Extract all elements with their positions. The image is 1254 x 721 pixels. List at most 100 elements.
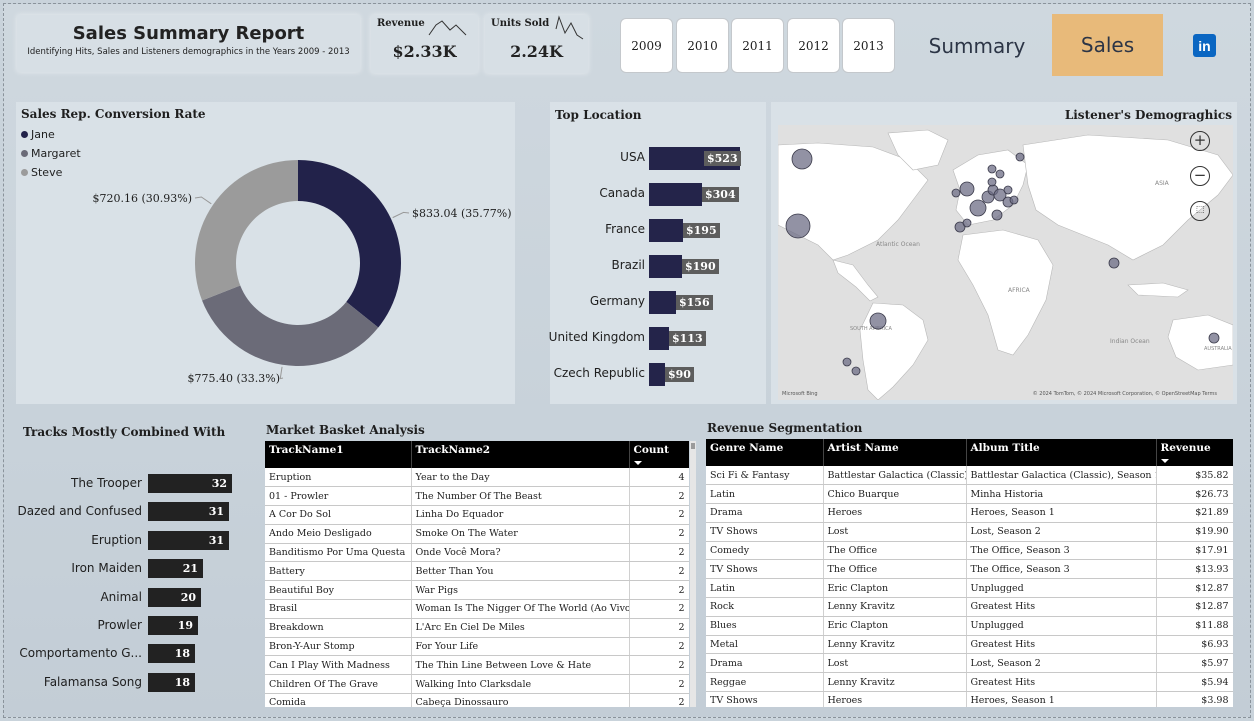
location-row[interactable]: Brazil $190 <box>553 254 763 278</box>
table-row[interactable]: Drama Heroes Heroes, Season 1 $21.89 <box>706 503 1233 523</box>
table-row[interactable]: Latin Eric Clapton Unplugged $12.87 <box>706 578 1233 599</box>
table-row[interactable]: Drama Lost Lost, Season 2 $5.97 <box>706 653 1233 674</box>
map-bubble-australia[interactable] <box>1208 332 1220 344</box>
map-bubble-usa[interactable] <box>785 213 811 239</box>
track-bar[interactable]: 32 <box>148 474 232 493</box>
map-attribution[interactable]: © 2024 TomTom, © 2024 Microsoft Corporat… <box>1033 391 1217 397</box>
location-bar[interactable] <box>649 363 665 386</box>
location-row[interactable]: USA $523 <box>553 146 763 170</box>
basket-scroll-thumb[interactable] <box>691 443 695 449</box>
map-bubble-sweden[interactable] <box>995 169 1005 179</box>
table-row[interactable]: Banditismo Por Uma Questa Onde Você Mora… <box>265 543 689 563</box>
location-bar[interactable] <box>649 291 676 314</box>
map-bubble-denmark[interactable] <box>987 177 997 187</box>
year-button-2012[interactable]: 2012 <box>787 18 840 73</box>
table-row[interactable]: A Cor Do Sol Linha Do Equador 2 <box>265 505 689 525</box>
map-bubble-ireland[interactable] <box>951 188 961 198</box>
table-row[interactable]: Comedy The Office The Office, Season 3 $… <box>706 541 1233 561</box>
basket-col-track1[interactable]: TrackName1 <box>265 441 412 468</box>
basket-table[interactable]: TrackName1 TrackName2 Count Eruption Yea… <box>265 441 689 707</box>
location-row[interactable]: Canada $304 <box>553 182 763 206</box>
table-row[interactable]: Battery Better Than You 2 <box>265 561 689 582</box>
map-bubble-chile[interactable] <box>842 357 852 367</box>
track-bar[interactable]: 18 <box>148 672 195 692</box>
table-row[interactable]: Brasil Woman Is The Nigger Of The World … <box>265 599 689 619</box>
table-row[interactable]: TV Shows Heroes Heroes, Season 1 $3.98 <box>706 691 1233 707</box>
map-bubble-norway[interactable] <box>987 164 997 174</box>
track-row[interactable]: Comportamento G... 18 <box>17 644 247 664</box>
table-row[interactable]: Beautiful Boy War Pigs 2 <box>265 580 689 601</box>
map-bubble-argentina[interactable] <box>851 366 861 376</box>
table-row[interactable]: Breakdown L'Arc En Ciel De Miles 2 <box>265 618 689 638</box>
table-row[interactable]: Eruption Year to the Day 4 <box>265 468 689 488</box>
map-bubble-finland[interactable] <box>1015 152 1025 162</box>
track-row[interactable]: Animal 20 <box>17 587 247 608</box>
location-bar[interactable] <box>649 255 682 278</box>
location-row[interactable]: Czech Republic $90 <box>553 362 763 386</box>
location-bar[interactable] <box>649 183 702 206</box>
table-row[interactable]: 01 - Prowler The Number Of The Beast 2 <box>265 486 689 507</box>
track-bar[interactable]: 18 <box>148 644 195 664</box>
year-button-2011[interactable]: 2011 <box>731 18 784 73</box>
donut-slice-steve[interactable] <box>195 160 298 301</box>
table-row[interactable]: Sci Fi & Fantasy Battlestar Galactica (C… <box>706 466 1233 486</box>
location-row[interactable]: France $195 <box>553 218 763 242</box>
table-row[interactable]: TV Shows Lost Lost, Season 2 $19.90 <box>706 522 1233 542</box>
track-row[interactable]: Dazed and Confused 31 <box>17 502 247 522</box>
track-row[interactable]: Falamansa Song 18 <box>17 672 247 693</box>
table-row[interactable]: Blues Eric Clapton Unplugged $11.88 <box>706 616 1233 636</box>
map-bubble-uk[interactable] <box>959 181 975 197</box>
table-row[interactable]: Latin Chico Buarque Minha Historia $26.7… <box>706 484 1233 505</box>
track-bar[interactable]: 31 <box>148 502 229 522</box>
location-bar[interactable] <box>649 219 683 242</box>
donut-slice-jane[interactable] <box>298 160 401 328</box>
track-row[interactable]: Eruption 31 <box>17 530 247 551</box>
summary-page-button[interactable]: Summary <box>903 24 1051 68</box>
basket-col-track2[interactable]: TrackName2 <box>411 441 630 468</box>
seg-col-album[interactable]: Album Title <box>966 439 1157 466</box>
table-row[interactable]: Metal Lenny Kravitz Greatest Hits $6.93 <box>706 635 1233 655</box>
location-bar[interactable] <box>649 327 669 350</box>
seg-col-genre[interactable]: Genre Name <box>706 439 824 466</box>
map-bubble-canada[interactable] <box>791 148 813 170</box>
segmentation-table[interactable]: Genre Name Artist Name Album Title Reven… <box>706 439 1233 707</box>
table-row[interactable]: Children Of The Grave Walking Into Clark… <box>265 674 689 695</box>
track-bar[interactable]: 19 <box>148 616 198 635</box>
map-zoom-in-icon[interactable]: + <box>1190 131 1210 151</box>
table-row[interactable]: Can I Play With Madness The Thin Line Be… <box>265 655 689 676</box>
map-zoom-out-icon[interactable]: − <box>1190 166 1210 186</box>
table-row[interactable]: Comida Cabeça Dinossauro 2 <box>265 693 689 707</box>
location-row[interactable]: United Kingdom $113 <box>549 326 763 350</box>
seg-col-artist[interactable]: Artist Name <box>823 439 967 466</box>
linkedin-icon[interactable]: in <box>1193 34 1216 57</box>
table-row[interactable]: Reggae Lenny Kravitz Greatest Hits $5.94 <box>706 672 1233 693</box>
seg-genre: TV Shows <box>706 522 824 542</box>
map-bubble-india[interactable] <box>1108 257 1120 269</box>
listener-map[interactable]: Atlantic Ocean Indian Ocean ASIA AFRICA … <box>778 125 1233 400</box>
table-row[interactable]: Ando Meio Desligado Smoke On The Water 2 <box>265 524 689 544</box>
map-bubble-portugal[interactable] <box>962 218 972 228</box>
track-row[interactable]: Prowler 19 <box>17 616 247 636</box>
track-bar[interactable]: 21 <box>148 559 203 579</box>
year-button-2009[interactable]: 2009 <box>620 18 673 73</box>
track-bar[interactable]: 31 <box>148 530 229 550</box>
map-select-icon[interactable]: ⬚ <box>1190 201 1210 221</box>
map-bubble-hungary[interactable] <box>1009 195 1019 205</box>
map-bubble-poland[interactable] <box>1003 185 1013 195</box>
table-row[interactable]: TV Shows The Office The Office, Season 3… <box>706 559 1233 580</box>
location-row[interactable]: Germany $156 <box>553 290 763 314</box>
basket-col-count[interactable]: Count <box>629 441 689 468</box>
table-row[interactable]: Bron-Y-Aur Stomp For Your Life 2 <box>265 637 689 657</box>
map-bubble-italy[interactable] <box>991 209 1003 221</box>
seg-col-revenue[interactable]: Revenue <box>1156 439 1233 466</box>
sales-page-button[interactable]: Sales <box>1052 14 1163 76</box>
year-button-2013[interactable]: 2013 <box>842 18 895 73</box>
map-bubble-brazil[interactable] <box>869 312 887 330</box>
track-row[interactable]: Iron Maiden 21 <box>17 559 247 579</box>
track-bar[interactable]: 20 <box>148 587 201 607</box>
basket-scrollbar[interactable] <box>690 441 696 707</box>
map-bubble-france[interactable] <box>969 199 987 217</box>
track-row[interactable]: The Trooper 32 <box>17 474 247 494</box>
year-button-2010[interactable]: 2010 <box>676 18 729 73</box>
table-row[interactable]: Rock Lenny Kravitz Greatest Hits $12.87 <box>706 597 1233 617</box>
